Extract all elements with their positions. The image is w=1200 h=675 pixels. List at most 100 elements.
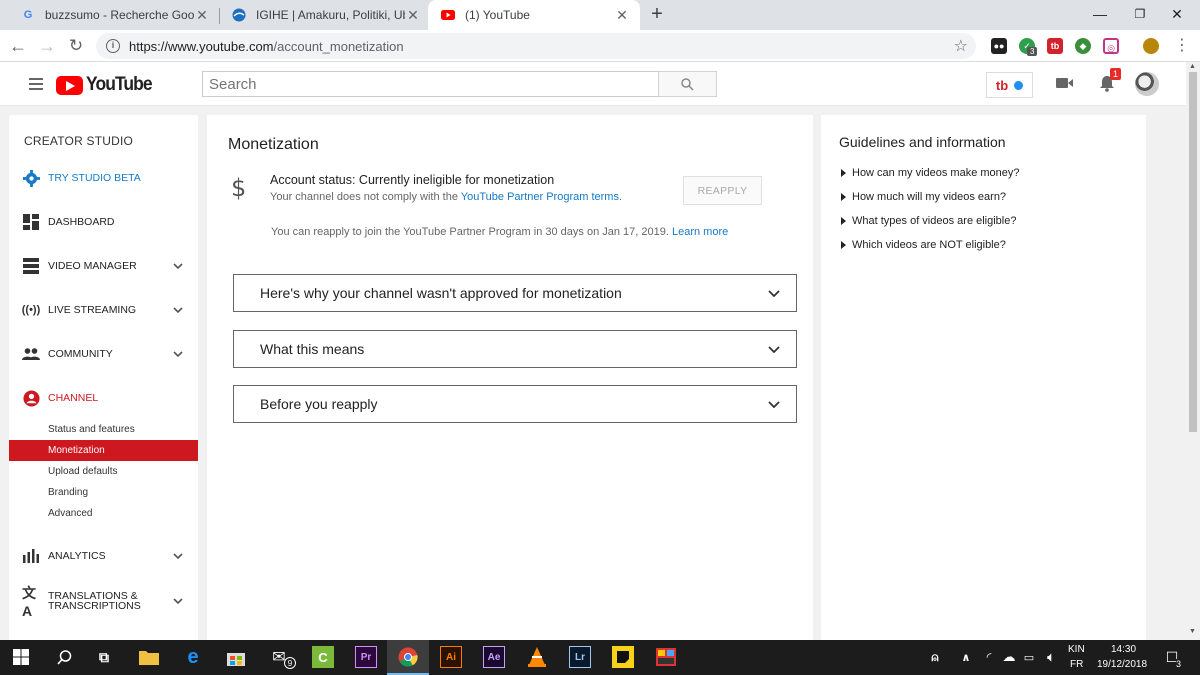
chevron-down-icon[interactable] xyxy=(170,598,186,604)
profile-avatar-icon[interactable] xyxy=(1143,38,1159,54)
guideline-label: How can my videos make money? xyxy=(852,167,1020,179)
forward-button[interactable]: → xyxy=(35,34,59,58)
page-title: Monetization xyxy=(228,136,319,153)
browser-tab-strip: G buzzsumo - Recherche Google ✕ IGIHE | … xyxy=(0,0,1200,30)
reload-button[interactable]: ↻ xyxy=(64,34,88,58)
premiere-icon[interactable]: Pr xyxy=(355,646,377,668)
cloud-icon[interactable]: ☁ xyxy=(998,646,1020,668)
file-explorer-icon[interactable] xyxy=(138,646,160,668)
tubebuddy-label: tb xyxy=(995,77,1009,93)
input-language-bottom[interactable]: FR xyxy=(1070,659,1083,670)
battery-icon[interactable]: ▭ xyxy=(1018,646,1040,668)
guideline-label: Which videos are NOT eligible? xyxy=(852,239,1006,251)
extension-mask-icon[interactable]: ●● xyxy=(991,38,1007,54)
extension-leaf-icon[interactable]: ◆ xyxy=(1075,38,1091,54)
youtube-play-icon xyxy=(56,75,83,95)
accordion-before-you-reapply[interactable]: Before you reapply xyxy=(233,385,797,423)
bookmark-star-icon[interactable]: ☆ xyxy=(954,36,968,56)
sidebar-item-dashboard[interactable]: DASHBOARD xyxy=(9,211,198,233)
extension-instagram-icon[interactable]: ◎ xyxy=(1103,38,1119,54)
chevron-down-icon[interactable] xyxy=(170,307,186,313)
after-effects-icon[interactable]: Ae xyxy=(483,646,505,668)
action-center-badge: 3 xyxy=(1176,659,1182,669)
guideline-label: How much will my videos earn? xyxy=(852,191,1007,203)
reapply-button[interactable]: REAPPLY xyxy=(683,176,762,205)
address-bar[interactable]: i https://www.youtube.com/account_moneti… xyxy=(96,33,976,59)
youtube-logo[interactable]: YouTube xyxy=(56,74,157,95)
new-tab-button[interactable]: + xyxy=(646,3,668,25)
close-icon[interactable]: ✕ xyxy=(194,7,210,24)
sidebar-subitem-status-and-features[interactable]: Status and features xyxy=(9,419,198,440)
sidebar-subitem-advanced[interactable]: Advanced xyxy=(9,503,198,524)
account-avatar[interactable] xyxy=(1135,72,1159,96)
scroll-up-icon[interactable]: ▲ xyxy=(1189,63,1196,70)
sidebar-item-live-streaming[interactable]: ((•)) LIVE STREAMING xyxy=(9,299,198,321)
video-manager-icon xyxy=(22,257,40,275)
app-icon[interactable] xyxy=(655,646,677,668)
sidebar-item-channel[interactable]: CHANNEL xyxy=(9,387,198,409)
close-icon[interactable]: ✕ xyxy=(614,7,630,24)
sidebar-subitem-branding[interactable]: Branding xyxy=(9,482,198,503)
wifi-icon[interactable]: ◜ xyxy=(978,646,1000,668)
window-close-button[interactable]: ✕ xyxy=(1154,0,1200,30)
chrome-icon[interactable] xyxy=(397,646,419,668)
guideline-link[interactable]: What types of videos are eligible? xyxy=(841,215,1016,227)
guideline-link[interactable]: Which videos are NOT eligible? xyxy=(841,239,1006,251)
accordion-label: Here's why your channel wasn't approved … xyxy=(260,285,622,301)
scrollbar-thumb[interactable] xyxy=(1189,72,1197,432)
hamburger-menu-icon[interactable] xyxy=(29,78,43,90)
browser-tab-youtube[interactable]: (1) YouTube ✕ xyxy=(428,0,640,30)
tab-title: IGIHE | Amakuru, Politiki, Ubukungu xyxy=(256,8,405,22)
edge-browser-icon[interactable]: e xyxy=(182,646,204,668)
sticky-notes-icon[interactable] xyxy=(612,646,634,668)
live-streaming-icon: ((•)) xyxy=(21,304,41,316)
search-icon[interactable] xyxy=(53,646,75,668)
back-button[interactable]: ← xyxy=(6,34,30,58)
page-scrollbar[interactable]: ▲ ▼ xyxy=(1186,62,1200,640)
task-view-icon[interactable]: ⧉ xyxy=(93,646,115,668)
upload-video-icon[interactable] xyxy=(1056,76,1074,90)
tubebuddy-button[interactable]: tb xyxy=(986,72,1033,98)
learn-more-link[interactable]: Learn more xyxy=(672,226,728,238)
info-icon[interactable]: i xyxy=(106,39,120,53)
chevron-down-icon[interactable] xyxy=(170,553,186,559)
close-icon[interactable]: ✕ xyxy=(405,7,421,24)
camtasia-icon[interactable]: C xyxy=(312,646,334,668)
accordion-why-not-approved[interactable]: Here's why your channel wasn't approved … xyxy=(233,274,797,312)
vlc-icon[interactable] xyxy=(526,646,548,668)
chevron-down-icon[interactable] xyxy=(170,351,186,357)
sidebar-item-label: LIVE STREAMING xyxy=(48,304,137,316)
igihe-icon xyxy=(231,7,247,23)
clock-date[interactable]: 19/12/2018 xyxy=(1097,659,1147,670)
sidebar-subitem-upload-defaults[interactable]: Upload defaults xyxy=(9,461,198,482)
sidebar-item-video-manager[interactable]: VIDEO MANAGER xyxy=(9,255,198,277)
menu-dots-icon[interactable]: ⋮ xyxy=(1170,34,1194,58)
sidebar-subitem-monetization[interactable]: Monetization xyxy=(9,440,198,461)
browser-tab-igihe[interactable]: IGIHE | Amakuru, Politiki, Ubukungu ✕ xyxy=(219,0,431,30)
people-icon[interactable]: ⍝ xyxy=(924,646,946,668)
clock-time[interactable]: 14:30 xyxy=(1111,644,1136,655)
partner-program-terms-link[interactable]: YouTube Partner Program terms xyxy=(461,191,619,203)
dashboard-icon xyxy=(22,213,40,231)
sidebar-item-community[interactable]: COMMUNITY xyxy=(9,343,198,365)
lightroom-icon[interactable]: Lr xyxy=(569,646,591,668)
input-language-top[interactable]: KIN xyxy=(1068,644,1085,655)
guideline-link[interactable]: How can my videos make money? xyxy=(841,167,1020,179)
illustrator-icon[interactable]: Ai xyxy=(440,646,462,668)
volume-icon[interactable]: 🔈︎ xyxy=(1040,646,1062,668)
sidebar-item-try-studio-beta[interactable]: TRY STUDIO BETA xyxy=(9,167,198,189)
store-icon[interactable] xyxy=(225,646,247,668)
search-button[interactable] xyxy=(658,71,717,97)
sidebar-item-translations[interactable]: 文A TRANSLATIONS & TRANSCRIPTIONS xyxy=(9,585,198,619)
windows-start-icon[interactable] xyxy=(10,646,32,668)
search-input[interactable] xyxy=(202,71,660,97)
guideline-link[interactable]: How much will my videos earn? xyxy=(841,191,1006,203)
chevron-up-icon[interactable]: ∧ xyxy=(955,646,977,668)
extension-tubebuddy-icon[interactable]: tb xyxy=(1047,38,1063,54)
browser-tab-google[interactable]: G buzzsumo - Recherche Google ✕ xyxy=(8,0,220,30)
chevron-down-icon[interactable] xyxy=(170,263,186,269)
sidebar-item-analytics[interactable]: ANALYTICS xyxy=(9,545,198,567)
accordion-what-this-means[interactable]: What this means xyxy=(233,330,797,368)
scroll-down-icon[interactable]: ▼ xyxy=(1189,628,1196,635)
sidebar-item-label: ANALYTICS xyxy=(48,550,106,562)
